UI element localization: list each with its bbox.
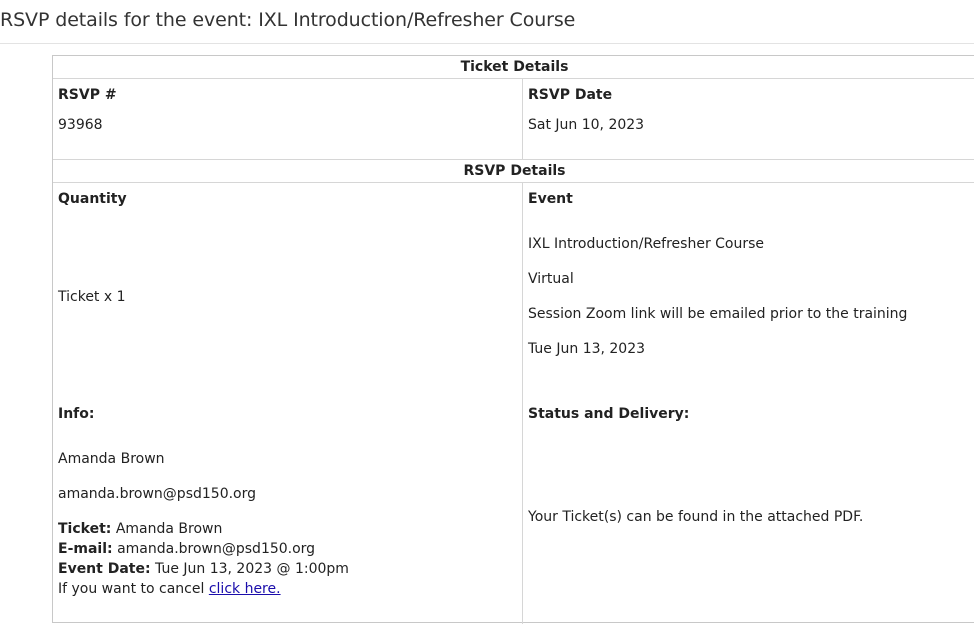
ticket-details-header: Ticket Details bbox=[460, 59, 569, 75]
event-date-line: Event Date: Tue Jun 13, 2023 @ 1:00pm bbox=[58, 559, 349, 579]
event-date-value: Tue Jun 13, 2023 @ 1:00pm bbox=[155, 561, 349, 577]
cancel-line: If you want to cancel click here. bbox=[58, 579, 281, 599]
status-value: Your Ticket(s) can be found in the attac… bbox=[528, 509, 864, 525]
divider bbox=[53, 182, 974, 183]
rsvp-number-label: RSVP # bbox=[58, 87, 117, 103]
ticket-line: Ticket: Amanda Brown bbox=[58, 519, 222, 539]
email-label: E-mail: bbox=[58, 541, 113, 557]
event-name: IXL Introduction/Refresher Course bbox=[528, 236, 765, 252]
rsvp-date-label: RSVP Date bbox=[528, 87, 613, 103]
rsvp-date-value: Sat Jun 10, 2023 bbox=[528, 117, 645, 133]
ticket-label: Ticket: bbox=[58, 521, 112, 537]
event-date: Tue Jun 13, 2023 bbox=[528, 341, 646, 357]
info-email: amanda.brown@psd150.org bbox=[58, 486, 257, 502]
event-date-label: Event Date: bbox=[58, 561, 151, 577]
rsvp-number-value: 93968 bbox=[58, 117, 103, 133]
title-divider bbox=[0, 43, 974, 44]
cancel-text: If you want to cancel bbox=[58, 581, 205, 597]
email-line: E-mail: amanda.brown@psd150.org bbox=[58, 539, 315, 559]
email-value: amanda.brown@psd150.org bbox=[117, 541, 316, 557]
column-divider bbox=[522, 182, 523, 624]
column-divider bbox=[522, 78, 523, 159]
event-label: Event bbox=[528, 191, 573, 207]
event-location: Virtual bbox=[528, 271, 574, 287]
info-name: Amanda Brown bbox=[58, 451, 165, 467]
divider bbox=[53, 78, 974, 79]
rsvp-details-header: RSVP Details bbox=[463, 163, 566, 179]
status-label: Status and Delivery: bbox=[528, 406, 690, 422]
quantity-value: Ticket x 1 bbox=[58, 289, 126, 305]
cancel-link[interactable]: click here. bbox=[209, 581, 281, 597]
ticket-value: Amanda Brown bbox=[115, 521, 223, 537]
page-title: RSVP details for the event: IXL Introduc… bbox=[0, 9, 576, 31]
info-label: Info: bbox=[58, 406, 95, 422]
event-note: Session Zoom link will be emailed prior … bbox=[528, 306, 908, 322]
rsvp-card: Ticket Details RSVP # 93968 RSVP Date Sa… bbox=[52, 55, 974, 624]
quantity-label: Quantity bbox=[58, 191, 127, 207]
